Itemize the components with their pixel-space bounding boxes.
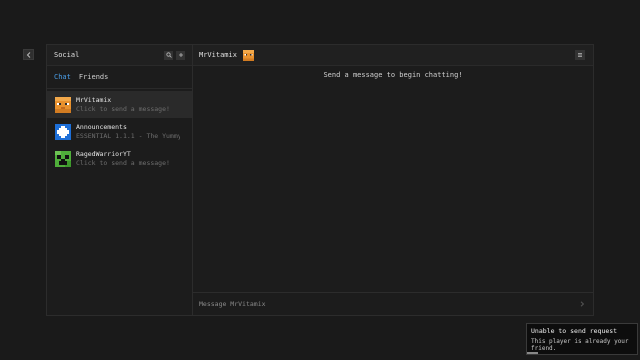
tab-chat[interactable]: Chat (54, 73, 71, 81)
social-panel: Social Chat Friends MrVitamix Click to s… (46, 44, 594, 316)
chat-title: MrVitamix (199, 51, 237, 59)
chevron-left-icon (26, 51, 30, 58)
notification-toast: Unable to send request This player is al… (526, 323, 638, 355)
conversation-name: MrVitamix (76, 95, 112, 104)
menu-icon (578, 53, 582, 57)
conversation-preview: Click to send a message! (76, 104, 170, 113)
conversation-item-ragedwarrioryt[interactable]: RagedWarriorYT Click to send a message! (47, 145, 192, 172)
add-button[interactable] (176, 50, 185, 60)
chevron-right-icon (580, 301, 585, 307)
conversation-preview: Click to send a message! (76, 158, 170, 167)
message-composer (193, 292, 593, 315)
empty-chat-message: Send a message to begin chatting! (323, 71, 463, 79)
send-button[interactable] (577, 299, 587, 309)
conversation-preview: ESSENTIAL 1.1.1 - The Yummy... (76, 131, 180, 140)
conversation-item-announcements[interactable]: Announcements ESSENTIAL 1.1.1 - The Yumm… (47, 118, 192, 145)
search-icon (165, 52, 172, 58)
toast-progress-bar (527, 352, 538, 354)
tab-friends[interactable]: Friends (79, 73, 109, 81)
back-button[interactable] (23, 49, 34, 60)
chat-area: MrVitamix Send a message to begin chatti… (193, 45, 593, 315)
chat-header: MrVitamix (193, 45, 593, 66)
creeper-avatar (55, 150, 71, 167)
orange-cat-avatar (55, 96, 71, 113)
toast-title: Unable to send request (531, 327, 618, 335)
toast-body: This player is already your friend. (531, 338, 629, 352)
sidebar-header: Social (47, 45, 192, 66)
sidebar-tabs: Chat Friends (47, 66, 192, 89)
conversation-item-mrvitamix[interactable]: MrVitamix Click to send a message! (47, 91, 192, 118)
conversation-name: RagedWarriorYT (76, 149, 131, 158)
plus-icon (178, 53, 183, 57)
essential-logo-avatar (55, 123, 71, 140)
orange-cat-avatar (242, 49, 254, 61)
sidebar: Social Chat Friends MrVitamix Click to s… (47, 45, 193, 315)
chat-menu-button[interactable] (575, 50, 585, 60)
sidebar-title: Social (54, 51, 80, 59)
message-input[interactable] (199, 300, 577, 308)
search-button[interactable] (164, 50, 173, 60)
conversation-name: Announcements (76, 122, 127, 131)
